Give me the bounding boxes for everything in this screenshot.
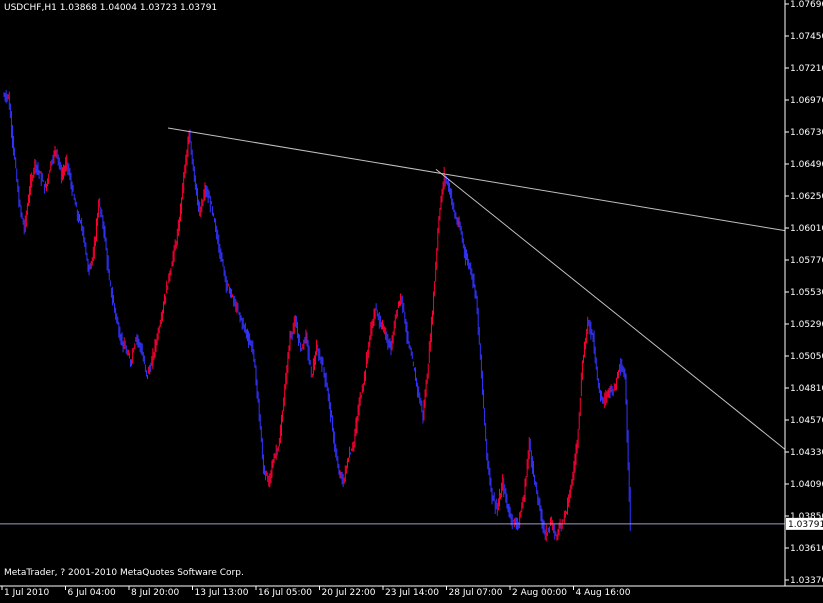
x-tick-label: 13 Jul 13:00	[195, 588, 249, 598]
x-tick-label: 6 Jul 04:00	[68, 588, 117, 598]
price-axis: 1.07690 1.07450 1.07210 1.06970 1.06730 1.064…	[785, 0, 823, 586]
current-price-label: 1.03791	[786, 517, 823, 530]
x-tick-label: 2 Aug 00:00	[512, 588, 567, 598]
y-tick-label: 1.03370	[790, 576, 823, 586]
y-tick-label: 1.07450	[790, 32, 823, 42]
y-tick-label: 1.06250	[790, 192, 823, 202]
trendline[interactable]	[435, 168, 786, 450]
y-tick-label: 1.06010	[790, 224, 823, 234]
y-tick-label: 1.05530	[790, 288, 823, 298]
price-label-text: 1.03791	[788, 520, 823, 530]
candle-series	[3, 90, 631, 542]
y-tick-label: 1.05770	[790, 256, 823, 266]
x-tick-label: 23 Jul 14:00	[385, 588, 439, 598]
trendline-group	[167, 127, 786, 450]
y-tick-label: 1.04810	[790, 384, 823, 394]
y-tick-label: 1.05050	[790, 352, 823, 362]
x-tick-label: 1 Jul 2010	[4, 588, 49, 598]
x-tick-label: 20 Jul 22:00	[322, 588, 376, 598]
y-tick-label: 1.04090	[790, 480, 823, 490]
y-tick-label: 1.04330	[790, 448, 823, 458]
chart-header: USDCHF,H1 1.03868 1.04004 1.03723 1.0379…	[4, 3, 217, 13]
chart-frame[interactable]: 1.07690 1.07450 1.07210 1.06970 1.06730 1.064…	[0, 0, 823, 600]
y-tick-label: 1.07690	[790, 0, 823, 10]
symbol-label: USDCHF,H1	[4, 3, 57, 13]
x-tick-label: 8 Jul 20:00	[131, 588, 180, 598]
y-tick-label: 1.06730	[790, 128, 823, 138]
price-chart[interactable]: 1.07690 1.07450 1.07210 1.06970 1.06730 1.064…	[0, 0, 823, 600]
y-tick-label: 1.06970	[790, 96, 823, 106]
ohlc-values: 1.03868 1.04004 1.03723 1.03791	[59, 3, 218, 13]
x-tick-label: 16 Jul 05:00	[258, 588, 312, 598]
trendline[interactable]	[167, 127, 786, 232]
y-tick-label: 1.05290	[790, 320, 823, 330]
y-tick-label: 1.06490	[790, 160, 823, 170]
x-tick-label: 4 Aug 16:00	[576, 588, 631, 598]
y-tick-label: 1.04570	[790, 416, 823, 426]
time-axis: 1 Jul 2010 6 Jul 04:00 8 Jul 20:00 13 Jul 1…	[1, 586, 631, 598]
x-tick-label: 28 Jul 07:00	[449, 588, 503, 598]
y-tick-label: 1.03610	[790, 544, 823, 554]
y-tick-label: 1.07210	[790, 64, 823, 74]
copyright-text: MetaTrader, ? 2001-2010 MetaQuotes Softw…	[4, 568, 244, 578]
